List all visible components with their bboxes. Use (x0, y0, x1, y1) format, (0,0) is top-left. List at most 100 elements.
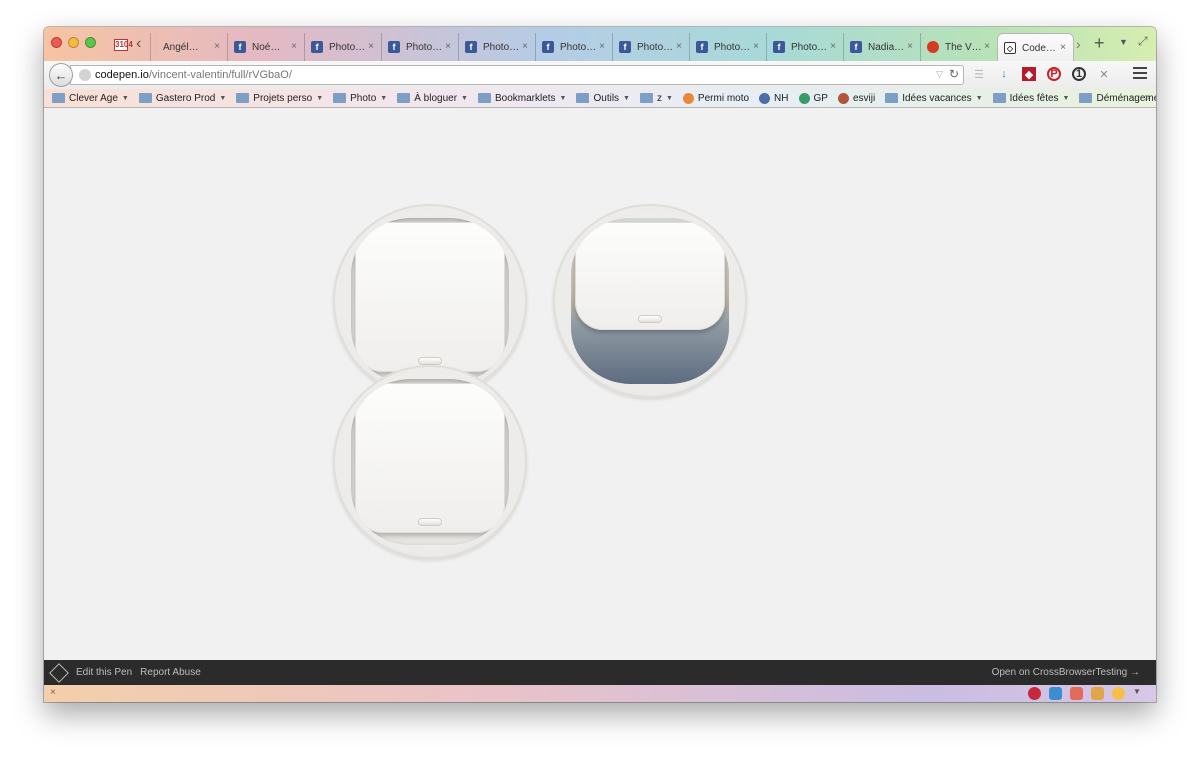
window-shade[interactable] (575, 222, 725, 330)
folder-icon (236, 93, 250, 103)
facebook-favicon-icon: f (388, 41, 400, 53)
addon-menu-caret-icon[interactable]: ▼ (1133, 687, 1146, 700)
bookmark-folder[interactable]: À bloguer ▼ (397, 93, 468, 104)
tab-4[interactable]: f Photo… × (458, 33, 535, 61)
chevron-down-icon: ▼ (623, 94, 630, 102)
tab-3[interactable]: f Photo… × (381, 33, 458, 61)
zoom-window-button[interactable] (85, 37, 96, 48)
report-abuse-link[interactable]: Report Abuse (140, 667, 201, 678)
tab-scroll-right-icon[interactable]: › (1076, 36, 1081, 52)
tab-close-icon[interactable]: × (676, 41, 682, 52)
bookmark-folder[interactable]: Idées fêtes ▼ (992, 92, 1070, 104)
window-shade[interactable] (355, 222, 505, 372)
edit-pen-link[interactable]: Edit this Pen (76, 667, 132, 678)
reload-icon[interactable]: ↻ (949, 67, 959, 81)
tools-icon[interactable]: ✕ (1097, 67, 1111, 81)
bookmark-folder[interactable]: Outils ▼ (576, 93, 630, 104)
developer-tool-icon[interactable] (1049, 687, 1062, 700)
url-bar[interactable]: codepen.io/vincent-valentin/full/rVGbaO/… (70, 65, 964, 85)
bookmark-folder[interactable]: Photo ▼ (333, 93, 387, 104)
tab-close-icon[interactable]: × (522, 41, 528, 52)
porthole-frame (351, 379, 509, 545)
bookmark-folder[interactable]: Idées vacances ▼ (885, 92, 983, 104)
bookmark-link[interactable]: NH (759, 92, 789, 104)
tab-close-icon[interactable]: × (907, 41, 913, 52)
pocket-icon[interactable] (1028, 687, 1041, 700)
codepen-footer-bar: Edit this Pen Report Abuse Open on Cross… (44, 660, 1156, 685)
tab-10[interactable]: The V… × (920, 33, 997, 61)
browser-window: 3104 ‹ Angél… × f Noé… × f Photo… × f Photo… × f Pho… (44, 27, 1156, 702)
bookmark-link[interactable]: GP (798, 92, 828, 104)
tab-close-icon[interactable]: × (984, 41, 990, 52)
tab-8[interactable]: f Photo… × (766, 33, 843, 61)
fullscreen-icon[interactable]: ⤢ (1138, 34, 1148, 49)
minimize-window-button[interactable] (68, 37, 79, 48)
shade-handle[interactable] (639, 316, 661, 322)
porthole-half-open (553, 204, 747, 398)
tab-6[interactable]: f Photo… × (612, 33, 689, 61)
codepen-logo-icon[interactable] (49, 662, 69, 683)
tab-close-icon[interactable]: × (291, 41, 297, 52)
tab-label: Photo… (329, 41, 366, 53)
tab-1[interactable]: f Noé… × (227, 33, 304, 61)
password-manager-icon[interactable]: 1 (1072, 67, 1086, 81)
gmail-pinned-tab[interactable]: 3104 (114, 39, 133, 51)
bookmarks-overflow-icon[interactable]: » (1144, 92, 1150, 103)
tab-close-icon[interactable]: × (830, 41, 836, 52)
bookmark-folder[interactable]: z ▼ (639, 93, 673, 104)
chevron-down-icon: ▼ (316, 94, 324, 102)
tab-5[interactable]: f Photo… × (535, 33, 612, 61)
bookmark-link[interactable]: Permi moto (682, 92, 750, 104)
bookmark-folder[interactable]: Projets perso ▼ (236, 93, 323, 104)
rss-icon[interactable]: ☰ (972, 67, 986, 81)
tab-scroll-left-icon[interactable]: ‹ (136, 35, 141, 53)
bookmark-label: Gastero Prod (155, 92, 216, 104)
new-tab-button[interactable]: + (1094, 33, 1105, 54)
feedback-smiley-icon[interactable] (1112, 687, 1125, 700)
tab-2[interactable]: f Photo… × (304, 33, 381, 61)
facebook-favicon-icon: f (619, 41, 631, 53)
tab-close-icon[interactable]: × (445, 41, 451, 52)
bookmark-label: Outils (593, 92, 620, 104)
tab-9[interactable]: f Nadia… × (843, 33, 920, 61)
tab-close-icon[interactable]: × (368, 41, 374, 52)
site-identity-icon[interactable] (79, 69, 91, 81)
menu-icon[interactable] (1133, 67, 1147, 79)
bookmark-folder[interactable]: Clever Age ▼ (52, 93, 129, 104)
close-window-button[interactable] (51, 37, 62, 48)
extension-robot-icon[interactable] (1070, 687, 1083, 700)
bookmark-link[interactable]: esviji (837, 92, 875, 104)
tab-7[interactable]: f Photo… × (689, 33, 766, 61)
tab-label: Photo… (406, 41, 443, 53)
tab-close-icon[interactable]: × (753, 41, 759, 52)
chevron-down-icon: ▼ (559, 94, 567, 102)
chevron-down-icon: ▼ (1062, 94, 1070, 102)
tab-11[interactable]: ◇ Code… × (997, 33, 1074, 62)
tab-label: Photo… (483, 41, 520, 53)
shade-handle[interactable] (419, 519, 441, 525)
pinterest-icon[interactable]: P (1047, 67, 1061, 81)
window-shade[interactable] (355, 383, 505, 533)
tab-0[interactable]: Angél… × (150, 33, 227, 61)
bookmark-folder[interactable]: Bookmarklets ▼ (477, 93, 567, 104)
tab-close-icon[interactable]: × (1060, 42, 1066, 53)
bookmark-label: Idées fêtes (1009, 92, 1059, 104)
list-all-tabs-icon[interactable]: ▼ (1119, 37, 1128, 47)
back-button[interactable]: ← (49, 63, 73, 87)
folder-icon (885, 93, 899, 103)
bookmark-folder[interactable]: Gastero Prod ▼ (138, 92, 226, 104)
bookmark-label: Projets perso (253, 92, 313, 104)
close-addon-bar-icon[interactable]: × (50, 687, 56, 698)
shade-handle[interactable] (419, 358, 441, 364)
bookmark-label: Idées vacances (902, 92, 972, 104)
history-dropdown-icon[interactable]: ▽ (936, 69, 943, 80)
facebook-favicon-icon: f (850, 41, 862, 53)
tab-close-icon[interactable]: × (214, 41, 220, 52)
tab-close-icon[interactable]: × (599, 41, 605, 52)
download-icon[interactable]: ↓ (997, 67, 1011, 81)
notes-icon[interactable] (1091, 687, 1104, 700)
bookmark-tool-icon[interactable]: ◆ (1022, 67, 1036, 81)
crossbrowsertesting-link[interactable]: Open on CrossBrowserTesting → (992, 667, 1140, 678)
folder-icon (1079, 93, 1093, 103)
bookmark-label: Permi moto (697, 92, 750, 104)
